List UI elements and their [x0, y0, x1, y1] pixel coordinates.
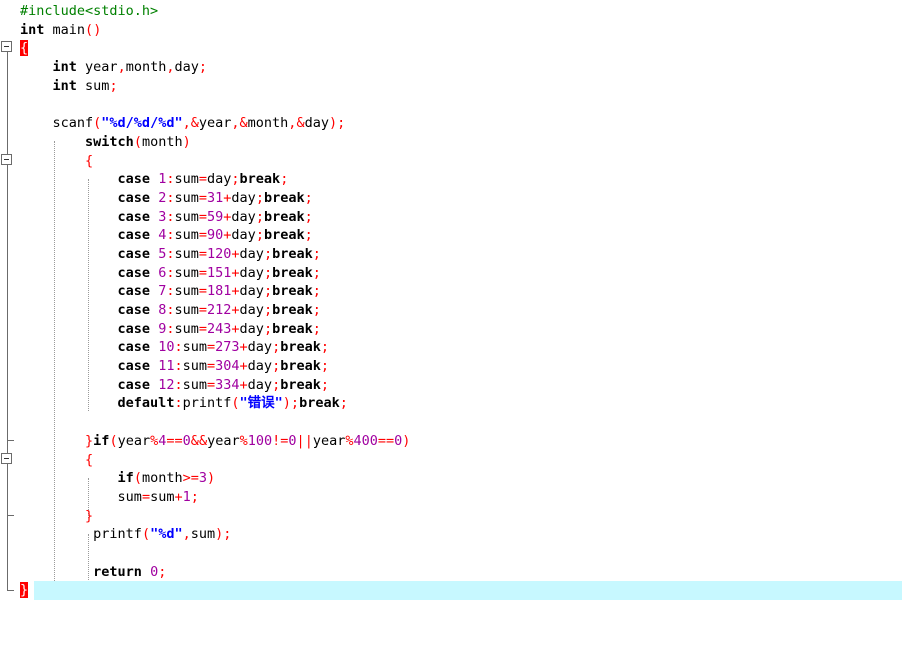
- code-line[interactable]: if(month>=3): [20, 469, 902, 488]
- code-line[interactable]: default:printf("错误");break;: [20, 394, 902, 413]
- code-line[interactable]: }: [20, 581, 902, 600]
- fold-line-main: [7, 47, 8, 590]
- code-line[interactable]: case 2:sum=31+day;break;: [20, 189, 902, 208]
- code-line[interactable]: scanf("%d/%d/%d",&year,&month,&day);: [20, 114, 902, 133]
- code-line[interactable]: case 6:sum=151+day;break;: [20, 264, 902, 283]
- code-line[interactable]: switch(month): [20, 133, 902, 152]
- code-line[interactable]: case 12:sum=334+day;break;: [20, 376, 902, 395]
- code-line[interactable]: case 8:sum=212+day;break;: [20, 301, 902, 320]
- code-line[interactable]: printf("%d",sum);: [20, 525, 902, 544]
- code-line[interactable]: case 3:sum=59+day;break;: [20, 208, 902, 227]
- code-line[interactable]: [20, 544, 902, 563]
- code-editor[interactable]: #include<stdio.h> int main(){ int year,mo…: [0, 0, 902, 650]
- code-line[interactable]: sum=sum+1;: [20, 488, 902, 507]
- code-line[interactable]: {: [20, 451, 902, 470]
- code-line[interactable]: {: [20, 152, 902, 171]
- code-line[interactable]: case 7:sum=181+day;break;: [20, 282, 902, 301]
- fold-toggle-main[interactable]: [1, 41, 12, 52]
- fold-toggle-if[interactable]: [1, 453, 12, 464]
- code-line[interactable]: }: [20, 507, 902, 526]
- code-line[interactable]: case 5:sum=120+day;break;: [20, 245, 902, 264]
- code-line[interactable]: [20, 413, 902, 432]
- code-line[interactable]: #include<stdio.h>: [20, 2, 902, 21]
- code-line[interactable]: case 10:sum=273+day;break;: [20, 338, 902, 357]
- code-line[interactable]: int sum;: [20, 77, 902, 96]
- fold-end-switch: [7, 440, 14, 441]
- fold-end-main: [7, 590, 14, 591]
- code-line[interactable]: int main(): [20, 21, 902, 40]
- fold-end-if: [7, 515, 14, 516]
- code-line[interactable]: return 0;: [20, 563, 902, 582]
- code-line[interactable]: case 9:sum=243+day;break;: [20, 320, 902, 339]
- code-line[interactable]: }if(year%4==0&&year%100!=0||year%400==0): [20, 432, 902, 451]
- code-line[interactable]: case 1:sum=day;break;: [20, 170, 902, 189]
- code-line[interactable]: int year,month,day;: [20, 58, 902, 77]
- fold-gutter: [0, 0, 18, 650]
- code-line[interactable]: case 11:sum=304+day;break;: [20, 357, 902, 376]
- code-line[interactable]: case 4:sum=90+day;break;: [20, 226, 902, 245]
- code-line[interactable]: [20, 95, 902, 114]
- code-line[interactable]: {: [20, 39, 902, 58]
- fold-toggle-switch[interactable]: [1, 154, 12, 165]
- code-area[interactable]: #include<stdio.h> int main(){ int year,mo…: [20, 2, 902, 600]
